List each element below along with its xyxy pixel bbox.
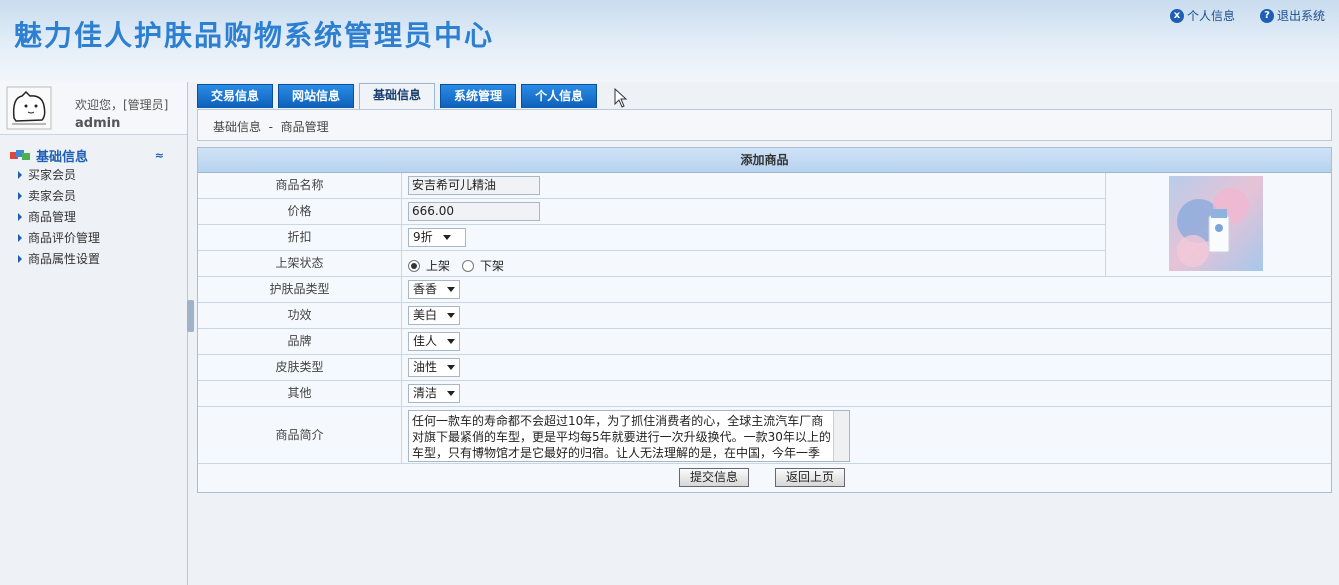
other-label: 其他 — [198, 381, 402, 406]
sidebar-item-label: 商品评价管理 — [28, 231, 101, 245]
sidebar-item-label: 买家会员 — [28, 168, 77, 182]
row-brand: 品牌 佳人 — [198, 329, 1331, 355]
header: 魅力佳人护肤品购物系统管理员中心 x 个人信息 ? 退出系统 — [0, 0, 1339, 82]
row-other: 其他 清洁 — [198, 381, 1331, 407]
nav-group-title: 基础信息 — [36, 149, 89, 165]
price-input[interactable]: 666.00 — [408, 202, 540, 221]
row-price: 价格 666.00 — [198, 199, 1105, 225]
status-off-label: 下架 — [480, 259, 505, 273]
other-select[interactable]: 清洁 — [408, 384, 461, 403]
nav-group-header[interactable]: 基础信息 ≈ — [10, 146, 180, 165]
skin-type-value: 油性 — [413, 360, 438, 374]
tab-transactions[interactable]: 交易信息 — [197, 84, 274, 108]
description-textarea[interactable]: 任何一款车的寿命都不会超过10年，为了抓住消费者的心，全球主流汽车厂商对旗下最紧… — [408, 410, 850, 462]
personal-info-label: 个人信息 — [1187, 9, 1236, 23]
status-on-label: 上架 — [426, 259, 451, 273]
user-info-icon: x — [1170, 8, 1184, 23]
user-box: 欢迎您，[管理员] admin — [0, 82, 187, 135]
add-product-form: 添加商品 商品名称 安吉希可儿精油 价格 666.00 折扣 9折 上架状态 上… — [197, 147, 1332, 493]
app-title: 魅力佳人护肤品购物系统管理员中心 — [14, 19, 495, 52]
group-icon — [10, 150, 30, 160]
product-name-label: 商品名称 — [198, 173, 402, 198]
status-off-radio[interactable] — [462, 259, 475, 272]
discount-value: 9折 — [413, 230, 433, 244]
back-button[interactable]: 返回上页 — [775, 468, 846, 487]
row-discount: 折扣 9折 — [198, 225, 1105, 251]
tab-site-info[interactable]: 网站信息 — [278, 84, 355, 108]
form-title: 添加商品 — [198, 148, 1331, 173]
tab-basic-info[interactable]: 基础信息 — [359, 83, 436, 109]
sidebar-item-seller-members[interactable]: 卖家会员 — [10, 185, 180, 206]
brand-value: 佳人 — [413, 334, 438, 348]
sidebar-item-product-reviews[interactable]: 商品评价管理 — [10, 227, 180, 248]
description-label: 商品简介 — [198, 407, 402, 463]
mouse-cursor-icon — [614, 88, 628, 108]
collapse-icon[interactable]: ≈ — [155, 149, 164, 162]
sidebar-item-label: 商品管理 — [28, 210, 77, 224]
discount-select[interactable]: 9折 — [408, 228, 466, 247]
tab-personal-info[interactable]: 个人信息 — [521, 84, 598, 108]
sidebar-item-product-management[interactable]: 商品管理 — [10, 206, 180, 227]
username: admin — [75, 116, 121, 131]
chevron-down-icon — [447, 287, 456, 292]
skin-type-select[interactable]: 油性 — [408, 358, 461, 377]
chevron-down-icon — [447, 365, 456, 370]
sidebar: 欢迎您，[管理员] admin 基础信息 ≈ 买家会员 卖家会员 商品管理 商品 — [0, 82, 188, 585]
effect-select[interactable]: 美白 — [408, 306, 461, 325]
arrow-right-icon — [18, 191, 22, 200]
other-value: 清洁 — [413, 386, 438, 400]
chevron-down-icon — [447, 391, 456, 396]
logout-link[interactable]: ? 退出系统 — [1260, 7, 1325, 24]
discount-label: 折扣 — [198, 225, 402, 250]
breadcrumb: 基础信息 - 商品管理 — [197, 109, 1332, 141]
welcome-text: 欢迎您，[管理员] — [75, 98, 169, 112]
row-status: 上架状态 上架 下架 — [198, 251, 1105, 277]
logout-label: 退出系统 — [1277, 9, 1326, 23]
description-text: 任何一款车的寿命都不会超过10年，为了抓住消费者的心，全球主流汽车厂商对旗下最紧… — [412, 414, 831, 460]
avatar — [6, 86, 52, 130]
product-image — [1169, 176, 1263, 271]
skin-care-type-label: 护肤品类型 — [198, 277, 402, 302]
sidebar-item-label: 商品属性设置 — [28, 252, 101, 266]
row-effect: 功效 美白 — [198, 303, 1331, 329]
status-label: 上架状态 — [198, 251, 402, 276]
nav-group-basic-info: 基础信息 ≈ 买家会员 卖家会员 商品管理 商品评价管理 商品属性设置 — [10, 146, 180, 269]
row-product-name: 商品名称 安吉希可儿精油 — [198, 173, 1105, 199]
submit-button[interactable]: 提交信息 — [679, 468, 750, 487]
arrow-right-icon — [18, 170, 22, 179]
price-label: 价格 — [198, 199, 402, 224]
arrow-right-icon — [18, 254, 22, 263]
top-tabs: 交易信息 网站信息 基础信息 系统管理 个人信息 — [197, 83, 602, 109]
row-skin-type: 皮肤类型 油性 — [198, 355, 1331, 381]
sidebar-item-product-attributes[interactable]: 商品属性设置 — [10, 248, 180, 269]
skin-type-label: 皮肤类型 — [198, 355, 402, 380]
help-icon: ? — [1260, 8, 1274, 23]
chevron-down-icon — [442, 235, 451, 240]
breadcrumb-text: 基础信息 - 商品管理 — [213, 120, 329, 134]
effect-value: 美白 — [413, 308, 438, 322]
product-image-cell — [1105, 173, 1332, 277]
skin-care-type-select[interactable]: 香香 — [408, 280, 461, 299]
sidebar-item-buyer-members[interactable]: 买家会员 — [10, 164, 180, 185]
chevron-down-icon — [447, 313, 456, 318]
chevron-down-icon — [447, 339, 456, 344]
arrow-right-icon — [18, 233, 22, 242]
skin-care-type-value: 香香 — [413, 282, 438, 296]
personal-info-link[interactable]: x 个人信息 — [1170, 7, 1235, 24]
status-on-radio[interactable] — [408, 259, 420, 272]
description-scrollbar[interactable] — [833, 411, 849, 461]
product-name-input[interactable]: 安吉希可儿精油 — [408, 176, 540, 195]
brand-label: 品牌 — [198, 329, 402, 354]
form-button-row: 提交信息 返回上页 — [198, 464, 1331, 492]
brand-select[interactable]: 佳人 — [408, 332, 461, 351]
sidebar-item-label: 卖家会员 — [28, 189, 77, 203]
sidebar-splitter[interactable] — [187, 300, 194, 332]
effect-label: 功效 — [198, 303, 402, 328]
arrow-right-icon — [18, 212, 22, 221]
tab-system-management[interactable]: 系统管理 — [440, 84, 517, 108]
row-skin-care-type: 护肤品类型 香香 — [198, 277, 1331, 303]
